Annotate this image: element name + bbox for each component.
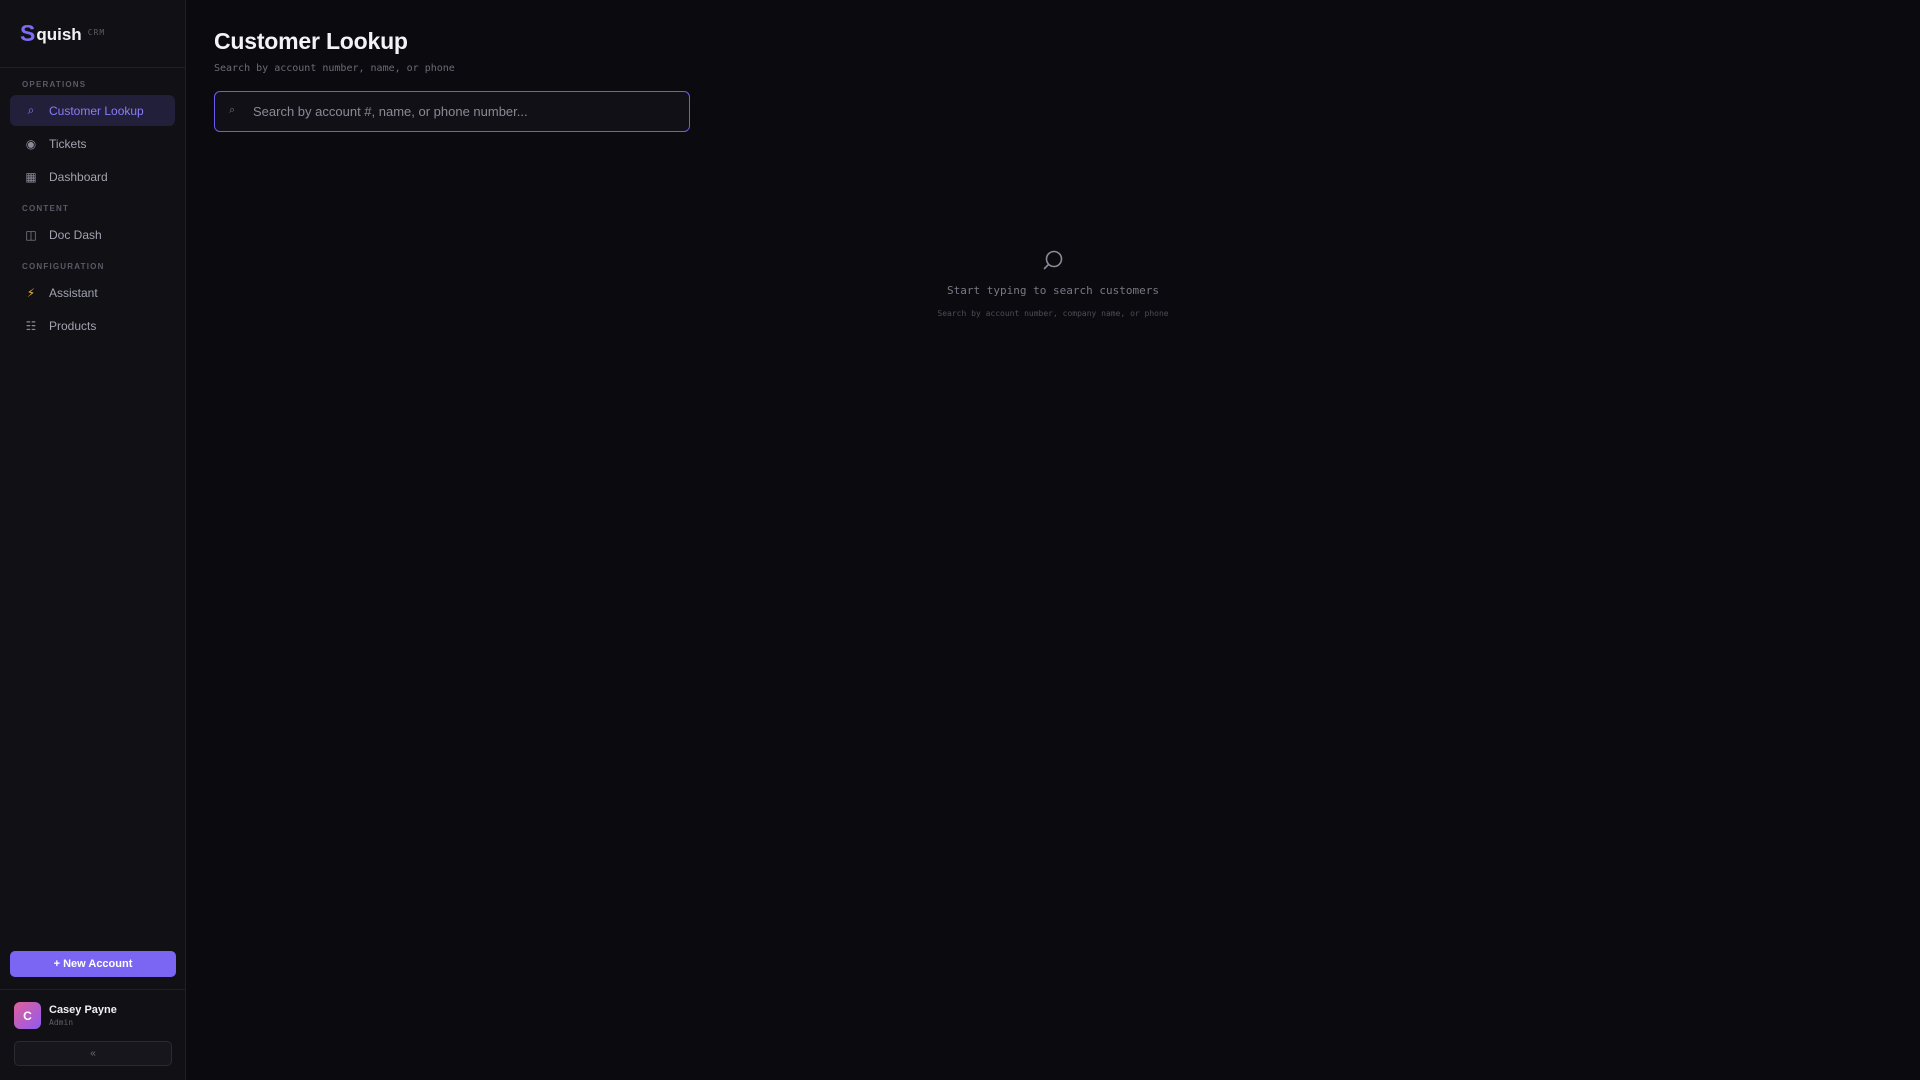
list-icon: ☷ <box>25 318 37 333</box>
search-icon: ⌕ <box>229 104 236 116</box>
search-box: ⌕ <box>214 91 690 132</box>
sidebar-item-label: Customer Lookup <box>49 103 144 118</box>
lightning-icon: ⚡ <box>26 285 36 300</box>
nav-section-configuration: CONFIGURATION <box>22 262 105 271</box>
new-account-button[interactable]: + New Account <box>10 951 176 977</box>
brand-name: quish <box>36 25 82 44</box>
sidebar: S quish CRM OPERATIONS ⌕ Customer Lookup… <box>0 0 186 1080</box>
avatar: C <box>14 1002 41 1029</box>
user-profile[interactable]: C Casey Payne Admin <box>14 1002 171 1029</box>
sidebar-item-doc-dash[interactable]: ◫ Doc Dash <box>10 219 175 250</box>
empty-state-subtitle: Search by account number, company name, … <box>937 309 1169 318</box>
sidebar-item-label: Tickets <box>49 136 87 151</box>
sidebar-item-label: Products <box>49 318 97 333</box>
empty-state: Start typing to search customers Search … <box>186 248 1920 318</box>
sidebar-item-label: Dashboard <box>49 169 108 184</box>
user-role: Admin <box>49 1018 74 1027</box>
user-info: Casey Payne Admin <box>49 1004 117 1027</box>
sidebar-footer: + New Account C Casey Payne Admin « <box>0 951 185 1080</box>
brand-logo[interactable]: S quish CRM <box>0 0 185 68</box>
nav-section-content: CONTENT <box>22 204 70 213</box>
main-content: Customer Lookup Search by account number… <box>186 0 1920 1080</box>
brand-tag: CRM <box>87 28 106 37</box>
page-title: Customer Lookup <box>214 28 408 54</box>
nav-section-operations: OPERATIONS <box>22 80 87 89</box>
sidebar-item-customer-lookup[interactable]: ⌕ Customer Lookup <box>10 95 175 126</box>
ticket-icon: ◉ <box>25 136 37 151</box>
empty-state-title: Start typing to search customers <box>947 284 1159 297</box>
sidebar-nav: OPERATIONS ⌕ Customer Lookup ◉ Tickets ▦… <box>0 68 185 343</box>
search-icon: ⌕ <box>27 103 35 117</box>
sidebar-item-label: Doc Dash <box>49 227 102 242</box>
sidebar-item-assistant[interactable]: ⚡ Assistant <box>10 277 175 308</box>
user-name: Casey Payne <box>49 1004 117 1016</box>
sidebar-item-dashboard[interactable]: ▦ Dashboard <box>10 161 175 192</box>
brand-initial: S <box>20 20 36 46</box>
sidebar-item-products[interactable]: ☷ Products <box>10 310 175 341</box>
search-input[interactable] <box>215 92 689 131</box>
sidebar-item-tickets[interactable]: ◉ Tickets <box>10 128 175 159</box>
user-block: C Casey Payne Admin « <box>0 989 185 1080</box>
dashboard-icon: ▦ <box>25 169 37 184</box>
page-subtitle: Search by account number, name, or phone <box>214 63 455 74</box>
doc-icon: ◫ <box>25 227 37 242</box>
app: S quish CRM OPERATIONS ⌕ Customer Lookup… <box>0 0 1920 1080</box>
search-bubble-icon <box>1043 250 1063 270</box>
sidebar-item-label: Assistant <box>49 285 98 300</box>
collapse-sidebar-button[interactable]: « <box>14 1041 172 1066</box>
